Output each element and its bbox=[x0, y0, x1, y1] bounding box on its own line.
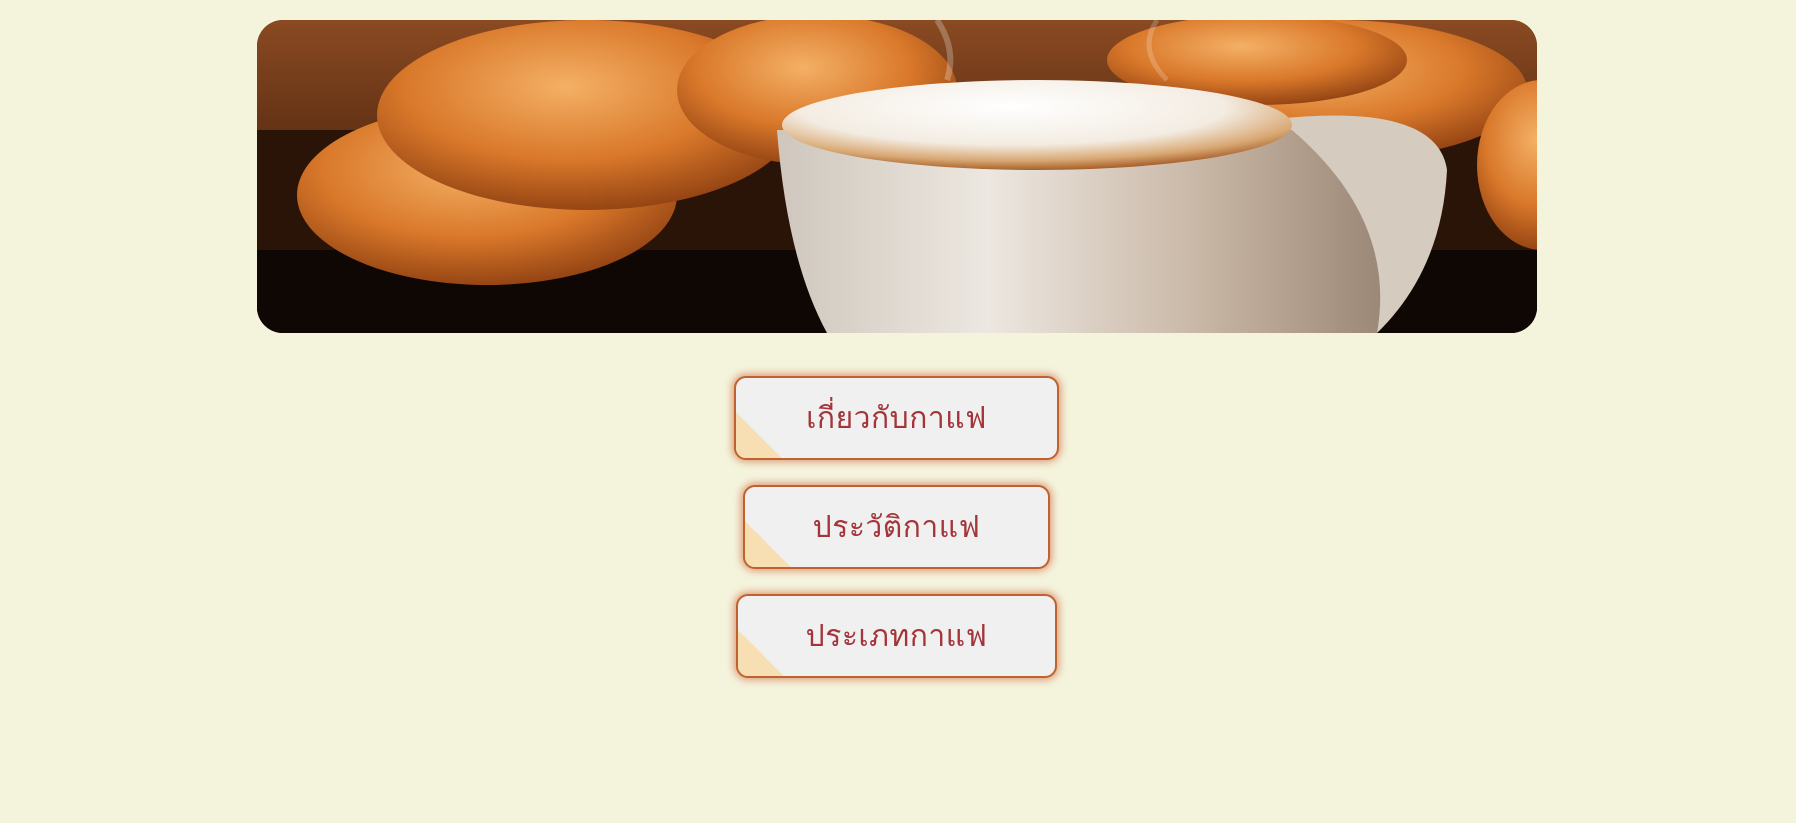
menu-button-label: ประวัติกาแฟ bbox=[812, 509, 981, 545]
button-corner-decoration bbox=[745, 521, 791, 567]
menu-button-label: ประเภทกาแฟ bbox=[805, 618, 988, 654]
menu-button-coffee-history[interactable]: ประวัติกาแฟ bbox=[743, 485, 1050, 569]
button-corner-decoration bbox=[736, 412, 782, 458]
menu-button-about-coffee[interactable]: เกี่ยวกับกาแฟ bbox=[734, 376, 1059, 460]
page: เกี่ยวกับกาแฟ ประวัติกาแฟ ประเภทกาแฟ bbox=[0, 0, 1796, 823]
menu-button-coffee-types[interactable]: ประเภทกาแฟ bbox=[736, 594, 1057, 678]
menu-button-label: เกี่ยวกับกาแฟ bbox=[806, 400, 987, 436]
menu: เกี่ยวกับกาแฟ ประวัติกาแฟ ประเภทกาแฟ bbox=[0, 0, 1796, 823]
button-corner-decoration bbox=[738, 630, 784, 676]
